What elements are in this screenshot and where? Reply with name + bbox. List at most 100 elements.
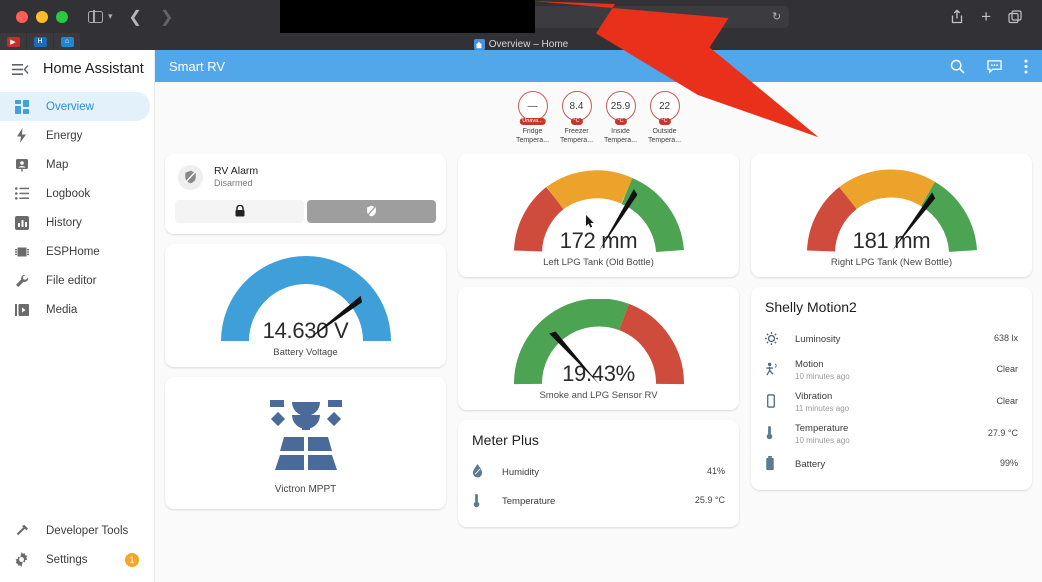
reload-icon[interactable]: ↻: [772, 10, 781, 23]
badge-circle: 22 °C: [649, 91, 680, 125]
badge-unit: °C: [614, 117, 627, 125]
smoke-lpg-gauge-card[interactable]: 19.43% Smoke and LPG Sensor RV: [458, 286, 739, 410]
chart-box-icon: [13, 215, 30, 230]
sidebar-header: Home Assistant: [0, 50, 154, 88]
entity-value: 25.9 °C: [694, 495, 725, 505]
safari-window: ▾ ❮ ❯ .xyz ↻ +: [0, 0, 1042, 582]
left-lpg-gauge: [513, 166, 684, 254]
list-item[interactable]: Vibration 11 minutes ago Clear: [765, 385, 1018, 417]
share-icon[interactable]: [950, 9, 964, 24]
browser-tab[interactable]: Overview – Home: [473, 39, 569, 50]
badge-label: Outside Tempera...: [647, 128, 682, 144]
entity-value: 27.9 °C: [987, 427, 1018, 438]
list-item[interactable]: Battery 99%: [765, 449, 1018, 478]
dashboard-columns: RV Alarm Disarmed 14.630 V Battery Volta…: [163, 146, 1034, 527]
entity-name: Vibration: [795, 391, 833, 403]
sidebar-item-map[interactable]: Map: [0, 150, 150, 179]
list-item[interactable]: Luminosity 638 lx: [765, 324, 1018, 353]
sidebar-toggle-button[interactable]: ▾: [88, 10, 113, 23]
badge-label: Freezer Tempera...: [559, 128, 594, 144]
search-icon[interactable]: [950, 59, 965, 74]
badge-unit: °C: [658, 117, 671, 125]
main-area: Smart RV — Unava... Fridge Tempera... 8.…: [155, 50, 1042, 582]
sidebar-item-file-editor[interactable]: File editor: [0, 266, 150, 295]
browser-chrome: ▾ ❮ ❯ .xyz ↻ +: [0, 0, 1042, 50]
badge-value: —: [527, 100, 538, 112]
chevron-down-icon[interactable]: ▾: [108, 11, 113, 22]
sidebar-item-media[interactable]: Media: [0, 295, 150, 324]
entity-last-changed: 10 minutes ago: [795, 372, 850, 382]
redaction-box: [280, 0, 535, 33]
disarm-button[interactable]: [307, 199, 436, 223]
card-title: Shelly Motion2: [765, 298, 857, 315]
sidebar-item-label: Media: [46, 303, 78, 316]
sidebar-item-label: Overview: [46, 100, 94, 113]
home-assistant-favicon: [473, 39, 485, 50]
sidebar-item-energy[interactable]: Energy: [0, 121, 150, 150]
victron-mppt-card[interactable]: Victron MPPT: [165, 376, 446, 509]
sidebar-item-label: Energy: [46, 129, 83, 142]
list-item[interactable]: Temperature 25.9 °C: [472, 486, 725, 515]
alarm-state: Disarmed: [214, 177, 253, 188]
sidebar-item-logbook[interactable]: Logbook: [0, 179, 150, 208]
column-2: 172 mm Left LPG Tank (Old Bottle) 19.43%…: [458, 153, 739, 527]
smoke-lpg-gauge: [513, 298, 684, 387]
right-lpg-gauge-card[interactable]: 181 mm Right LPG Tank (New Bottle): [751, 153, 1032, 277]
sidebar-nav: Overview Energy Map Logbook History ESPH…: [0, 92, 154, 324]
sidebar-item-label: Logbook: [46, 187, 91, 200]
left-lpg-gauge-card[interactable]: 172 mm Left LPG Tank (Old Bottle): [458, 153, 739, 277]
badge-circle: 8.4 °C: [561, 91, 592, 125]
badge-unit: Unava...: [519, 117, 546, 125]
sidebar-title: Home Assistant: [43, 61, 144, 77]
gauge-label: Battery Voltage: [273, 346, 338, 358]
list-item[interactable]: Temperature 10 minutes ago 27.9 °C: [765, 417, 1018, 449]
sidebar-item-developer-tools[interactable]: Developer Tools: [0, 516, 150, 545]
badge-freezer-temperature[interactable]: 8.4 °C Freezer Tempera...: [559, 91, 595, 146]
format-list-icon: [13, 187, 30, 200]
sidebar-item-settings[interactable]: Settings 1: [0, 545, 150, 574]
close-window-button[interactable]: [16, 10, 28, 23]
overflow-menu-icon[interactable]: [1024, 59, 1028, 74]
app-toolbar: Smart RV: [155, 50, 1042, 82]
hamburger-collapse-icon[interactable]: [12, 63, 29, 76]
maximize-window-button[interactable]: [56, 10, 68, 23]
badge-outside-temperature[interactable]: 22 °C Outside Tempera...: [647, 91, 683, 146]
new-tab-button[interactable]: +: [981, 8, 991, 25]
list-item[interactable]: Motion 10 minutes ago Clear: [765, 353, 1018, 385]
assist-chat-icon[interactable]: [987, 59, 1002, 74]
entity-name: Humidity: [502, 467, 539, 478]
back-button[interactable]: ❮: [129, 7, 142, 27]
badge-label: Fridge Tempera...: [515, 128, 550, 144]
forward-button[interactable]: ❯: [160, 7, 173, 27]
badge-label: Inside Tempera...: [603, 128, 638, 144]
sidebar-toggle-icon: [88, 10, 103, 23]
badge-fridge-temperature[interactable]: — Unava... Fridge Tempera...: [515, 91, 551, 146]
sidebar-item-history[interactable]: History: [0, 208, 150, 237]
entity-value: Clear: [996, 395, 1018, 406]
settings-update-badge: 1: [125, 552, 139, 567]
mouse-pointer: [586, 215, 596, 234]
lightning-bolt-icon: [13, 128, 30, 143]
list-item[interactable]: Humidity 41%: [472, 457, 725, 486]
arm-button[interactable]: [175, 199, 304, 223]
browser-tab-title: Overview – Home: [488, 39, 569, 50]
sidebar-item-label: Map: [46, 158, 69, 171]
badge-value: 22: [658, 100, 671, 112]
battery-voltage-gauge: [220, 255, 391, 344]
dashboard-content: — Unava... Fridge Tempera... 8.4 °C Free…: [155, 82, 1042, 582]
battery-voltage-gauge-card[interactable]: 14.630 V Battery Voltage: [165, 243, 446, 367]
entity-name: Temperature: [795, 423, 849, 435]
tab-overview-icon[interactable]: [1008, 9, 1022, 24]
entity-value: Clear: [996, 363, 1018, 374]
sidebar-item-label: Settings: [46, 553, 88, 566]
hammer-icon: [13, 524, 30, 538]
column-1: RV Alarm Disarmed 14.630 V Battery Volta…: [165, 153, 446, 509]
window-controls[interactable]: [16, 10, 68, 23]
sidebar-item-esphome[interactable]: ESPHome: [0, 237, 150, 266]
minimize-window-button[interactable]: [36, 10, 48, 23]
motion-sensor-icon: [765, 362, 795, 376]
wrench-icon: [13, 274, 30, 288]
sidebar-item-overview[interactable]: Overview: [0, 92, 150, 121]
badge-inside-temperature[interactable]: 25.9 °C Inside Tempera...: [603, 91, 639, 146]
rv-alarm-card[interactable]: RV Alarm Disarmed: [165, 153, 446, 234]
